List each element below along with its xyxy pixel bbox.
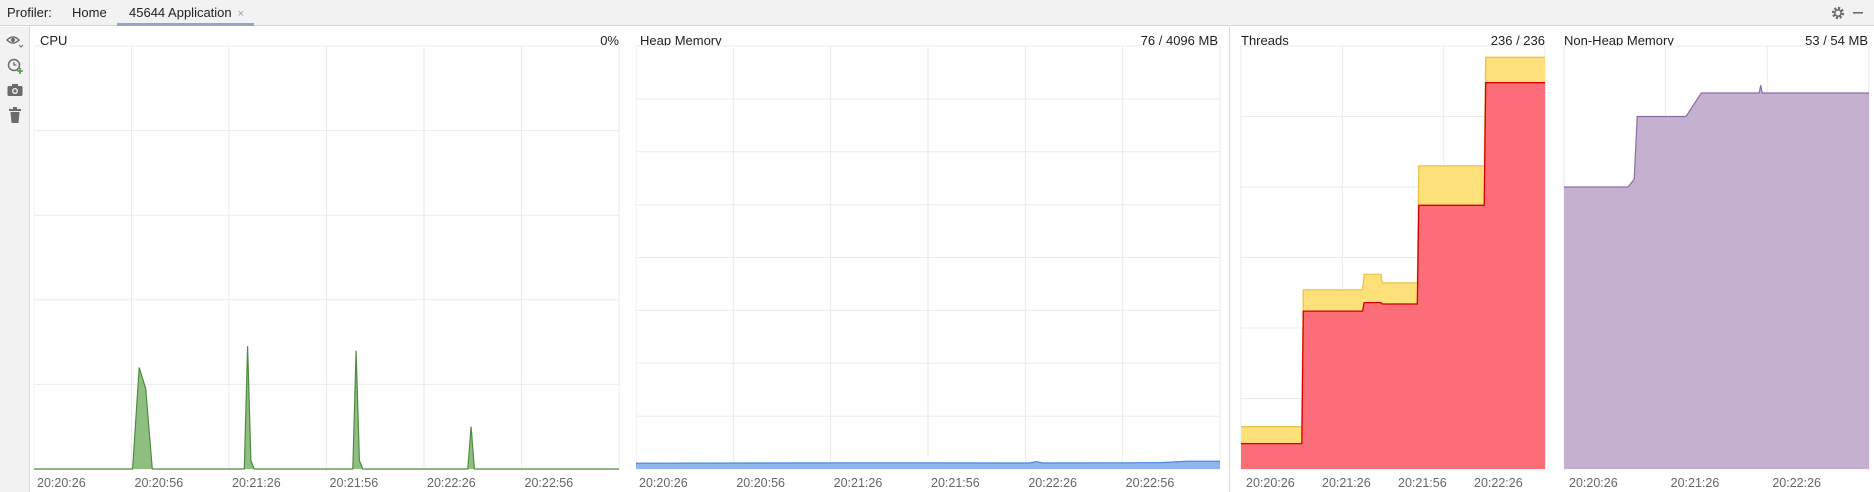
eye-dropdown-icon[interactable] (5, 31, 25, 51)
heap-x-tick-label: 20:20:56 (736, 476, 785, 490)
profiler-toolstrip (0, 27, 30, 492)
nonheap-x-tick-label: 20:20:26 (1569, 476, 1618, 490)
panel-divider[interactable] (1229, 27, 1230, 492)
threads-panel: Threads 236 / 236 20:20:26 20:21:26 20:21:… (1238, 27, 1548, 492)
non-heap-memory-panel: Non-Heap Memory 53 / 54 MB 20:20:26 20:21… (1561, 27, 1872, 492)
threads-x-tick-label: 20:20:26 (1246, 476, 1295, 490)
heap-x-tick-label: 20:22:56 (1126, 476, 1175, 490)
cpu-x-tick-label: 20:22:56 (525, 476, 574, 490)
cpu-x-tick-label: 20:20:56 (135, 476, 184, 490)
cpu-x-tick-label: 20:22:26 (427, 476, 476, 490)
cpu-x-tick-label: 20:20:26 (37, 476, 86, 490)
close-tab-icon[interactable]: × (238, 8, 244, 20)
nonheap-x-tick-label: 20:22:26 (1772, 476, 1821, 490)
tab-application[interactable]: 45644 Application × (117, 0, 255, 26)
clock-add-icon[interactable] (5, 56, 25, 76)
heap-x-tick-label: 20:20:26 (639, 476, 688, 490)
cpu-chart: 20:20:26 20:20:56 20:21:26 20:21:56 20:22:26… (34, 45, 620, 490)
tab-home-label: Home (72, 5, 107, 20)
heap-memory-chart: 20:20:26 20:20:56 20:21:26 20:21:56 20:22:26… (636, 45, 1221, 490)
tab-application-label: 45644 Application (129, 5, 232, 20)
profiler-tab-bar: Profiler: Home 45644 Application × (0, 0, 1874, 26)
heap-x-tick-label: 20:21:56 (931, 476, 980, 490)
cpu-panel: CPU 0% 20:20:26 20:20:56 20:21:26 20:21:56 2… (34, 27, 623, 492)
camera-icon[interactable] (5, 80, 25, 100)
minimize-icon[interactable] (1847, 2, 1869, 24)
heap-x-tick-label: 20:22:26 (1028, 476, 1077, 490)
non-heap-memory-chart: 20:20:26 20:21:26 20:22:26 (1563, 45, 1870, 490)
threads-x-tick-label: 20:22:26 (1474, 476, 1523, 490)
threads-x-tick-label: 20:21:26 (1322, 476, 1371, 490)
heap-memory-panel: Heap Memory 76 / 4096 MB 20:20:26 20:20:5… (636, 27, 1222, 492)
nonheap-x-tick-label: 20:21:26 (1671, 476, 1720, 490)
heap-x-tick-label: 20:21:26 (834, 476, 883, 490)
threads-chart: 20:20:26 20:21:26 20:21:56 20:22:26 (1240, 45, 1546, 490)
trash-icon[interactable] (5, 105, 25, 125)
profiler-label: Profiler: (7, 5, 52, 20)
gear-icon[interactable] (1827, 2, 1849, 24)
threads-x-tick-label: 20:21:56 (1398, 476, 1447, 490)
tab-home[interactable]: Home (62, 0, 117, 26)
cpu-x-tick-label: 20:21:56 (330, 476, 379, 490)
cpu-x-tick-label: 20:21:26 (232, 476, 281, 490)
